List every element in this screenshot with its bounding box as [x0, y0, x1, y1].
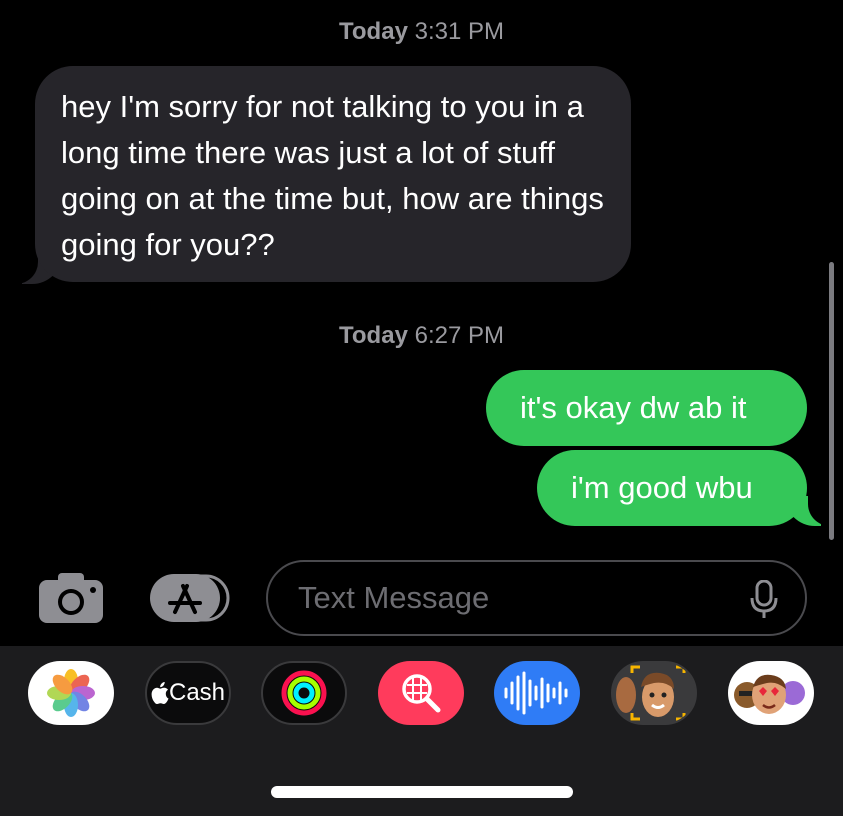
message-text-field[interactable] — [266, 560, 807, 636]
memoji-stickers-app-button[interactable] — [728, 661, 814, 725]
timestamp-1-time: 3:31 PM — [414, 18, 504, 45]
outgoing-message[interactable]: i'm good wbu — [537, 450, 807, 526]
camera-icon — [39, 573, 103, 623]
image-search-icon — [402, 674, 441, 713]
timestamp-2-time: 6:27 PM — [414, 322, 504, 349]
audio-message-app-button[interactable] — [494, 661, 580, 725]
home-indicator[interactable] — [271, 786, 573, 798]
scrollbar[interactable] — [829, 262, 834, 540]
timestamp-1: Today 3:31 PM — [0, 18, 843, 46]
activity-rings-icon — [281, 670, 327, 716]
memoji-icon — [616, 665, 686, 721]
incoming-message-text: hey I'm sorry for not talking to you in … — [61, 89, 604, 262]
app-store-icon — [150, 574, 230, 622]
timestamp-2-day: Today — [339, 322, 408, 349]
apple-cash-app-button[interactable]: Cash — [145, 661, 231, 725]
outgoing-message-text: it's okay dw ab it — [520, 390, 747, 425]
camera-button[interactable] — [38, 572, 104, 624]
timestamp-2: Today 6:27 PM — [0, 322, 843, 350]
apps-button[interactable] — [150, 574, 230, 622]
apple-logo-icon — [151, 682, 169, 704]
memoji-app-button[interactable] — [611, 661, 697, 725]
apple-cash-text: Cash — [168, 679, 226, 706]
message-input[interactable] — [296, 579, 720, 617]
photos-app-button[interactable] — [28, 661, 114, 725]
photos-icon — [47, 669, 95, 717]
outgoing-message[interactable]: it's okay dw ab it — [486, 370, 807, 446]
microphone-icon[interactable] — [749, 580, 779, 620]
timestamp-1-day: Today — [339, 18, 408, 45]
outgoing-message-text: i'm good wbu — [571, 470, 753, 505]
tail-mask — [808, 480, 843, 526]
activity-app-button[interactable] — [261, 661, 347, 725]
waveform-icon — [504, 671, 568, 715]
memoji-stickers-icon — [734, 674, 805, 714]
images-app-button[interactable] — [378, 661, 464, 725]
apple-cash-label: Cash — [151, 679, 225, 707]
incoming-message[interactable]: hey I'm sorry for not talking to you in … — [35, 66, 631, 282]
